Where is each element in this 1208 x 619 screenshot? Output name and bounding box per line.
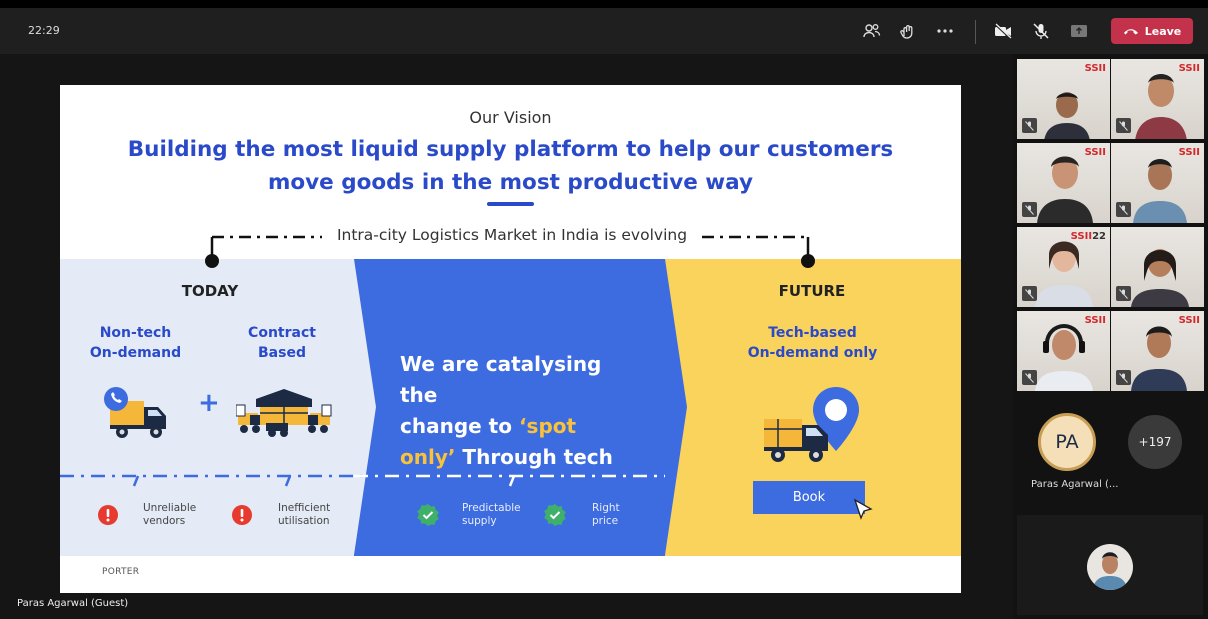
- self-avatar: [1087, 544, 1133, 590]
- participant-video-tile[interactable]: SSII: [1017, 143, 1110, 223]
- slide-headline: Building the most liquid supply platform…: [60, 133, 961, 199]
- catalysing-line-1: We are catalysing the: [400, 352, 602, 407]
- issue-inefficient-utilisation: Inefficient utilisation: [278, 502, 330, 528]
- issue-2-line-1: Inefficient: [278, 502, 331, 514]
- issue-unreliable-vendors: Unreliable vendors: [143, 502, 196, 528]
- participant-video-tile[interactable]: SSII: [1111, 143, 1204, 223]
- contract-label-line-1: Contract: [248, 325, 316, 341]
- slide-footer: [60, 556, 961, 593]
- porter-brand: PORTER: [102, 567, 140, 577]
- tile-brand-label: SSII: [1084, 63, 1106, 74]
- benefit-predictable-supply: Predictable supply: [462, 502, 521, 528]
- tech-based-label-line-2: On-demand only: [747, 345, 878, 361]
- share-icon[interactable]: [1068, 21, 1090, 41]
- mic-off-icon: [1022, 202, 1037, 217]
- plus-icon: +: [198, 388, 220, 418]
- camera-off-icon[interactable]: [992, 21, 1014, 41]
- contract-label-line-2: Based: [258, 345, 306, 361]
- tile-brand-text: SSII: [1070, 231, 1093, 242]
- phone-truck-icon: [104, 387, 166, 438]
- future-heading: FUTURE: [778, 282, 846, 300]
- timeline-caption: Intra-city Logistics Market in India is …: [322, 226, 702, 244]
- catalysing-line-3b: Through tech: [455, 445, 613, 469]
- leave-button[interactable]: Leave: [1111, 18, 1193, 44]
- tech-based-label-line-1: Tech-based: [768, 325, 857, 341]
- participant-video-tile[interactable]: SSII: [1111, 59, 1204, 139]
- headline-underline: [487, 202, 534, 206]
- issue-1-line-1: Unreliable: [143, 502, 197, 514]
- mic-off-icon[interactable]: [1030, 21, 1052, 41]
- today-heading: TODAY: [181, 282, 239, 300]
- participant-video-tile[interactable]: SSII: [1111, 311, 1204, 391]
- verified-badge-icon: [417, 504, 439, 526]
- cursor-pointer-icon: [853, 498, 873, 520]
- participant-video-tile[interactable]: SSII22: [1017, 227, 1110, 307]
- slide-vision-title: Our Vision: [469, 108, 552, 127]
- benefit-2-line-2: price: [592, 515, 619, 527]
- benefit-1-line-2: supply: [462, 515, 497, 527]
- truck-location-icon: [764, 387, 859, 462]
- contract-label: Contract Based: [232, 323, 332, 363]
- non-tech-label-line-2: On-demand: [89, 345, 182, 361]
- mic-off-icon: [1116, 370, 1131, 385]
- today-arrow: [354, 259, 376, 555]
- catalysing-arrow: [665, 259, 687, 555]
- toolbar-divider: [975, 20, 976, 44]
- warning-icon: [232, 505, 252, 525]
- headline-line-1: Building the most liquid supply platform…: [127, 137, 894, 162]
- tile-brand-label: SSII: [1178, 147, 1200, 158]
- meeting-timer: 22:29: [28, 24, 60, 37]
- non-tech-label: Non-tech On-demand: [78, 323, 193, 363]
- book-button: Book: [753, 481, 865, 514]
- benefit-2-line-1: Right: [592, 502, 620, 514]
- mic-off-icon: [1022, 118, 1037, 133]
- presentation-slide: Our Vision Building the most liquid supp…: [60, 85, 961, 593]
- mic-off-icon: [1022, 370, 1037, 385]
- issue-2-line-2: utilisation: [278, 515, 330, 527]
- tile-brand-suffix: 22: [1092, 231, 1106, 242]
- phone-icon: [1123, 25, 1139, 38]
- featured-participant-avatar[interactable]: PA: [1038, 413, 1096, 471]
- more-participants-button[interactable]: +197: [1128, 415, 1182, 469]
- tile-brand-label: SSII22: [1071, 231, 1106, 242]
- catalysing-statement: We are catalysing the change to ‘spot on…: [400, 349, 640, 473]
- warning-icon: [98, 505, 118, 525]
- featured-participant-name: Paras Agarwal (...: [1031, 479, 1119, 490]
- more-icon[interactable]: [934, 21, 956, 41]
- tile-brand-label: SSII: [1178, 315, 1200, 326]
- tile-brand-label: SSII: [1084, 147, 1106, 158]
- issue-1-line-2: vendors: [143, 515, 186, 527]
- spot-highlight: ‘spot: [518, 414, 577, 438]
- mic-off-icon: [1116, 286, 1131, 301]
- benefit-right-price: Right price: [592, 502, 620, 528]
- meeting-toolbar: 22:29 Leave: [0, 8, 1208, 54]
- headline-line-2: move goods in the most productive way: [267, 170, 754, 195]
- catalysing-line-2a: change to: [400, 414, 519, 438]
- mic-off-icon: [1116, 118, 1131, 133]
- tile-brand-label: SSII: [1178, 63, 1200, 74]
- reactions-icon[interactable]: [897, 21, 919, 41]
- benefit-1-line-1: Predictable: [462, 502, 521, 514]
- people-icon[interactable]: [861, 21, 883, 41]
- participant-video-tile[interactable]: SSII: [1017, 59, 1110, 139]
- participant-video-tile[interactable]: [1111, 227, 1204, 307]
- non-tech-label-line-1: Non-tech: [99, 325, 172, 341]
- mic-off-icon: [1116, 202, 1131, 217]
- only-highlight: only’: [400, 445, 456, 469]
- participant-video-tile[interactable]: SSII: [1017, 311, 1110, 391]
- verified-badge-icon: [544, 504, 566, 526]
- leave-label: Leave: [1144, 24, 1182, 38]
- presenter-name: Paras Agarwal (Guest): [17, 598, 129, 609]
- tech-based-label: Tech-based On-demand only: [740, 323, 885, 363]
- tile-brand-label: SSII: [1084, 315, 1106, 326]
- warehouse-trucks-icon: [236, 389, 332, 437]
- mic-off-icon: [1022, 286, 1037, 301]
